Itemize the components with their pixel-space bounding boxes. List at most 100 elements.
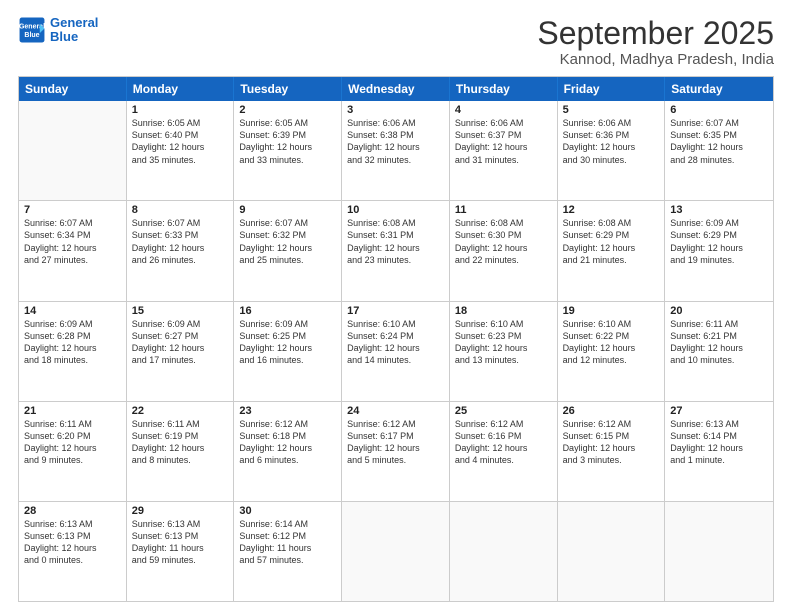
calendar-cell: 27Sunrise: 6:13 AM Sunset: 6:14 PM Dayli… [665,402,773,501]
calendar: SundayMondayTuesdayWednesdayThursdayFrid… [18,76,774,602]
day-info: Sunrise: 6:06 AM Sunset: 6:37 PM Dayligh… [455,117,552,166]
day-number: 7 [24,204,121,216]
calendar-cell: 20Sunrise: 6:11 AM Sunset: 6:21 PM Dayli… [665,302,773,401]
calendar-cell: 2Sunrise: 6:05 AM Sunset: 6:39 PM Daylig… [234,101,342,200]
calendar-cell: 29Sunrise: 6:13 AM Sunset: 6:13 PM Dayli… [127,502,235,601]
day-info: Sunrise: 6:07 AM Sunset: 6:34 PM Dayligh… [24,217,121,266]
day-info: Sunrise: 6:08 AM Sunset: 6:30 PM Dayligh… [455,217,552,266]
day-number: 24 [347,405,444,417]
day-number: 12 [563,204,660,216]
calendar-cell: 12Sunrise: 6:08 AM Sunset: 6:29 PM Dayli… [558,201,666,300]
day-info: Sunrise: 6:12 AM Sunset: 6:18 PM Dayligh… [239,418,336,467]
day-number: 8 [132,204,229,216]
weekday-header: Thursday [450,77,558,101]
day-number: 28 [24,505,121,517]
day-info: Sunrise: 6:05 AM Sunset: 6:39 PM Dayligh… [239,117,336,166]
day-number: 13 [670,204,768,216]
day-info: Sunrise: 6:08 AM Sunset: 6:29 PM Dayligh… [563,217,660,266]
day-info: Sunrise: 6:07 AM Sunset: 6:35 PM Dayligh… [670,117,768,166]
day-info: Sunrise: 6:13 AM Sunset: 6:13 PM Dayligh… [132,518,229,567]
calendar-cell: 25Sunrise: 6:12 AM Sunset: 6:16 PM Dayli… [450,402,558,501]
day-info: Sunrise: 6:05 AM Sunset: 6:40 PM Dayligh… [132,117,229,166]
calendar-cell: 22Sunrise: 6:11 AM Sunset: 6:19 PM Dayli… [127,402,235,501]
day-number: 9 [239,204,336,216]
day-number: 6 [670,104,768,116]
day-number: 18 [455,305,552,317]
day-number: 17 [347,305,444,317]
day-info: Sunrise: 6:06 AM Sunset: 6:38 PM Dayligh… [347,117,444,166]
day-info: Sunrise: 6:07 AM Sunset: 6:32 PM Dayligh… [239,217,336,266]
calendar-cell: 3Sunrise: 6:06 AM Sunset: 6:38 PM Daylig… [342,101,450,200]
day-number: 3 [347,104,444,116]
day-number: 22 [132,405,229,417]
day-number: 30 [239,505,336,517]
day-info: Sunrise: 6:09 AM Sunset: 6:29 PM Dayligh… [670,217,768,266]
calendar-cell [342,502,450,601]
day-number: 15 [132,305,229,317]
page: General Blue General Blue September 2025… [0,0,792,612]
calendar-cell [665,502,773,601]
calendar-cell: 26Sunrise: 6:12 AM Sunset: 6:15 PM Dayli… [558,402,666,501]
day-info: Sunrise: 6:11 AM Sunset: 6:20 PM Dayligh… [24,418,121,467]
calendar-cell: 9Sunrise: 6:07 AM Sunset: 6:32 PM Daylig… [234,201,342,300]
weekday-header: Monday [127,77,235,101]
weekday-header: Tuesday [234,77,342,101]
calendar-week-row: 21Sunrise: 6:11 AM Sunset: 6:20 PM Dayli… [19,402,773,502]
day-number: 27 [670,405,768,417]
calendar-cell: 18Sunrise: 6:10 AM Sunset: 6:23 PM Dayli… [450,302,558,401]
day-number: 19 [563,305,660,317]
day-number: 23 [239,405,336,417]
day-info: Sunrise: 6:11 AM Sunset: 6:21 PM Dayligh… [670,318,768,367]
weekday-header: Wednesday [342,77,450,101]
day-info: Sunrise: 6:13 AM Sunset: 6:13 PM Dayligh… [24,518,121,567]
day-number: 1 [132,104,229,116]
day-number: 2 [239,104,336,116]
logo-text: General Blue [50,16,98,45]
calendar-cell: 8Sunrise: 6:07 AM Sunset: 6:33 PM Daylig… [127,201,235,300]
calendar-body: 1Sunrise: 6:05 AM Sunset: 6:40 PM Daylig… [19,101,773,601]
calendar-cell: 5Sunrise: 6:06 AM Sunset: 6:36 PM Daylig… [558,101,666,200]
calendar-cell: 10Sunrise: 6:08 AM Sunset: 6:31 PM Dayli… [342,201,450,300]
day-info: Sunrise: 6:09 AM Sunset: 6:27 PM Dayligh… [132,318,229,367]
calendar-header: SundayMondayTuesdayWednesdayThursdayFrid… [19,77,773,101]
calendar-cell [558,502,666,601]
subtitle: Kannod, Madhya Pradesh, India [537,51,774,68]
main-title: September 2025 [537,16,774,51]
weekday-header: Saturday [665,77,773,101]
day-number: 20 [670,305,768,317]
calendar-cell: 21Sunrise: 6:11 AM Sunset: 6:20 PM Dayli… [19,402,127,501]
day-info: Sunrise: 6:12 AM Sunset: 6:16 PM Dayligh… [455,418,552,467]
calendar-cell: 4Sunrise: 6:06 AM Sunset: 6:37 PM Daylig… [450,101,558,200]
weekday-header: Friday [558,77,666,101]
svg-text:Blue: Blue [24,32,39,39]
day-number: 11 [455,204,552,216]
calendar-cell: 24Sunrise: 6:12 AM Sunset: 6:17 PM Dayli… [342,402,450,501]
day-info: Sunrise: 6:11 AM Sunset: 6:19 PM Dayligh… [132,418,229,467]
day-info: Sunrise: 6:09 AM Sunset: 6:25 PM Dayligh… [239,318,336,367]
day-info: Sunrise: 6:10 AM Sunset: 6:22 PM Dayligh… [563,318,660,367]
calendar-week-row: 14Sunrise: 6:09 AM Sunset: 6:28 PM Dayli… [19,302,773,402]
title-block: September 2025 Kannod, Madhya Pradesh, I… [537,16,774,68]
calendar-week-row: 1Sunrise: 6:05 AM Sunset: 6:40 PM Daylig… [19,101,773,201]
calendar-week-row: 28Sunrise: 6:13 AM Sunset: 6:13 PM Dayli… [19,502,773,601]
logo-line2: Blue [50,30,98,44]
calendar-cell: 6Sunrise: 6:07 AM Sunset: 6:35 PM Daylig… [665,101,773,200]
day-number: 29 [132,505,229,517]
calendar-cell: 19Sunrise: 6:10 AM Sunset: 6:22 PM Dayli… [558,302,666,401]
calendar-cell: 23Sunrise: 6:12 AM Sunset: 6:18 PM Dayli… [234,402,342,501]
calendar-cell: 15Sunrise: 6:09 AM Sunset: 6:27 PM Dayli… [127,302,235,401]
day-info: Sunrise: 6:13 AM Sunset: 6:14 PM Dayligh… [670,418,768,467]
logo-icon: General Blue [18,16,46,44]
calendar-week-row: 7Sunrise: 6:07 AM Sunset: 6:34 PM Daylig… [19,201,773,301]
calendar-cell: 7Sunrise: 6:07 AM Sunset: 6:34 PM Daylig… [19,201,127,300]
header: General Blue General Blue September 2025… [18,16,774,68]
calendar-cell: 11Sunrise: 6:08 AM Sunset: 6:30 PM Dayli… [450,201,558,300]
calendar-cell: 13Sunrise: 6:09 AM Sunset: 6:29 PM Dayli… [665,201,773,300]
calendar-cell [19,101,127,200]
logo-line1: General [50,16,98,30]
logo: General Blue General Blue [18,16,98,45]
day-info: Sunrise: 6:12 AM Sunset: 6:17 PM Dayligh… [347,418,444,467]
day-number: 5 [563,104,660,116]
day-number: 25 [455,405,552,417]
calendar-cell: 17Sunrise: 6:10 AM Sunset: 6:24 PM Dayli… [342,302,450,401]
